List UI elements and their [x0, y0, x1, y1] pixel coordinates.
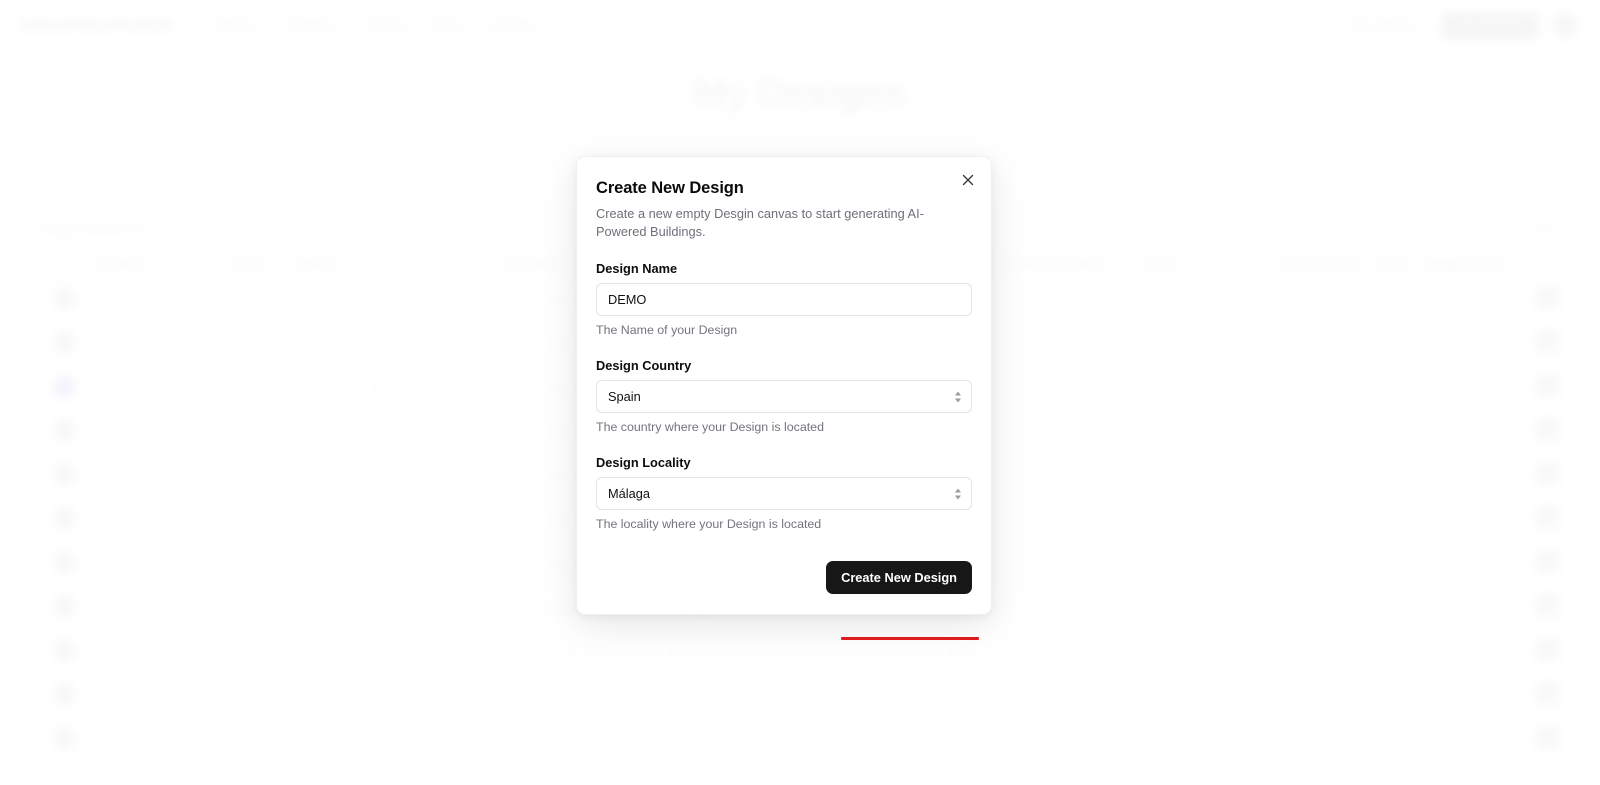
create-new-design-dialog: Create New Design Create a new empty Des… — [576, 156, 992, 615]
design-country-group: Design Country Spain The country where y… — [596, 358, 972, 434]
close-icon[interactable] — [957, 169, 979, 191]
design-locality-label: Design Locality — [596, 455, 972, 470]
design-country-help: The country where your Design is located — [596, 420, 972, 434]
design-country-select-wrap: Spain — [596, 380, 972, 413]
design-country-select[interactable]: Spain — [596, 380, 972, 413]
design-country-label: Design Country — [596, 358, 972, 373]
design-locality-select-wrap: Málaga — [596, 477, 972, 510]
design-locality-group: Design Locality Málaga The locality wher… — [596, 455, 972, 531]
design-locality-select[interactable]: Málaga — [596, 477, 972, 510]
design-name-group: Design Name The Name of your Design — [596, 261, 972, 337]
design-name-help: The Name of your Design — [596, 323, 972, 337]
create-new-design-button[interactable]: Create New Design — [826, 561, 972, 594]
dialog-footer: Create New Design — [596, 561, 972, 594]
design-locality-help: The locality where your Design is locate… — [596, 517, 972, 531]
dialog-title: Create New Design — [596, 179, 972, 198]
focus-underline-indicator — [841, 637, 979, 640]
design-name-label: Design Name — [596, 261, 972, 276]
dialog-description: Create a new empty Desgin canvas to star… — [596, 205, 936, 241]
design-name-input[interactable] — [596, 283, 972, 316]
